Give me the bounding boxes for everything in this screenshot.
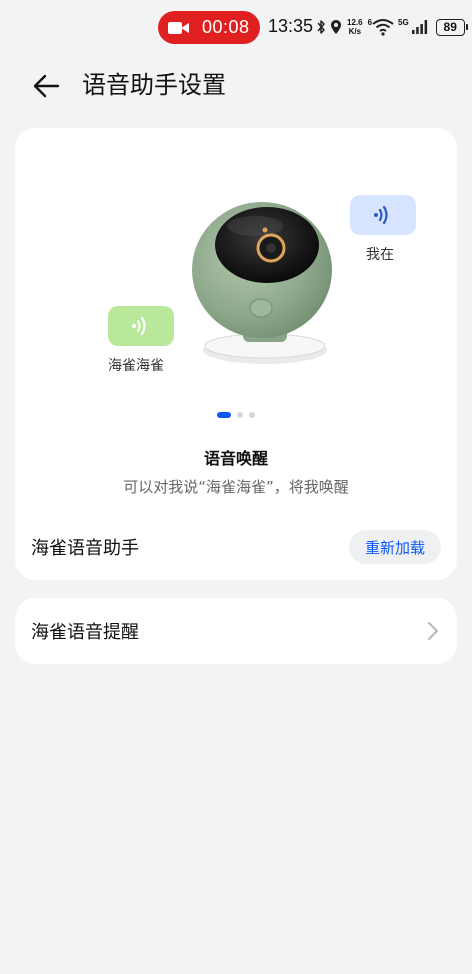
battery-indicator: 89 (435, 18, 468, 36)
feature-title: 语音唤醒 (203, 449, 268, 468)
voice-wake-card: 我在 海雀海雀 语音唤醒 可以对我说“海雀海雀”，将我唤醒 海雀语音助手 重新加… (15, 128, 457, 580)
status-clock: 13:35 (268, 16, 314, 36)
network-speed: 12.6 K/s (347, 18, 363, 36)
carousel-dot[interactable] (249, 412, 255, 418)
wake-word-bubble (108, 306, 174, 346)
voice-reminder-row[interactable]: 海雀语音提醒 (15, 598, 457, 664)
carousel-dot-active[interactable] (217, 412, 231, 418)
status-bar: 00:08 13:35 12.6 K/s 6 5G 89 (0, 0, 472, 56)
video-camera-icon (168, 21, 190, 35)
smart-camera-image (192, 202, 332, 364)
network-type-label: 5G (398, 17, 409, 27)
arrow-left-icon (33, 74, 60, 98)
location-icon (331, 20, 341, 34)
page-header: 语音助手设置 (0, 58, 472, 114)
wifi-icon (372, 19, 394, 36)
network-speed-value: 12.6 (347, 18, 363, 27)
recording-time: 00:08 (202, 17, 250, 37)
page-title: 语音助手设置 (82, 71, 226, 99)
chevron-right-icon (428, 622, 438, 640)
screen-recording-indicator[interactable]: 00:08 (158, 11, 260, 44)
bluetooth-icon (317, 20, 325, 34)
sound-wave-icon (132, 316, 146, 336)
wake-word-caption: 海雀海雀 (108, 358, 164, 374)
carousel-dot[interactable] (237, 412, 243, 418)
voice-reply-bubble (350, 195, 416, 235)
voice-reminder-label: 海雀语音提醒 (31, 622, 139, 643)
back-button[interactable] (26, 68, 66, 104)
assistant-name-label: 海雀语音助手 (31, 538, 139, 559)
carousel-indicator[interactable] (15, 412, 457, 418)
reload-button[interactable]: 重新加载 (349, 530, 441, 564)
network-speed-unit: K/s (348, 27, 362, 36)
voice-reply-caption: 我在 (366, 247, 394, 263)
feature-description: 可以对我说“海雀海雀”，将我唤醒 (123, 478, 349, 496)
sound-wave-icon (374, 205, 388, 225)
voice-wake-illustration: 我在 海雀海雀 (15, 128, 457, 398)
signal-strength-icon (411, 20, 427, 34)
wifi-band-label: 6 (367, 17, 373, 27)
